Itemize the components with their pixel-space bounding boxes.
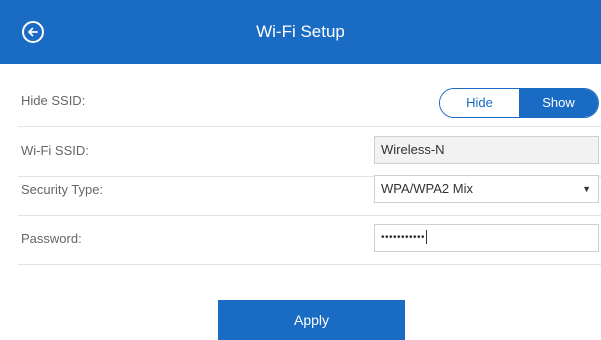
hide-ssid-toggle[interactable]: Hide Show [439,88,599,118]
apply-button[interactable]: Apply [218,300,405,340]
password-label: Password: [21,231,82,246]
password-field[interactable]: ••••••••••• [374,224,599,252]
password-row: Password: ••••••••••• [18,214,601,265]
security-type-label: Security Type: [21,182,104,197]
security-type-select[interactable]: WPA/WPA2 Mix ▼ [374,175,599,203]
dropdown-arrow-icon: ▼ [582,184,591,194]
hide-ssid-label: Hide SSID: [21,93,86,108]
security-type-value: WPA/WPA2 Mix [381,181,473,196]
show-option[interactable]: Show [519,89,598,117]
ssid-field[interactable]: Wireless-N [374,136,599,164]
hide-option[interactable]: Hide [440,89,519,117]
security-type-row: Security Type: WPA/WPA2 Mix ▼ [18,165,601,216]
password-masked-value: ••••••••••• [381,232,426,243]
text-cursor [426,230,428,245]
hide-ssid-row: Hide SSID: Hide Show [18,76,601,127]
header-bar: Wi-Fi Setup [0,0,601,64]
page-title: Wi-Fi Setup [256,22,345,41]
